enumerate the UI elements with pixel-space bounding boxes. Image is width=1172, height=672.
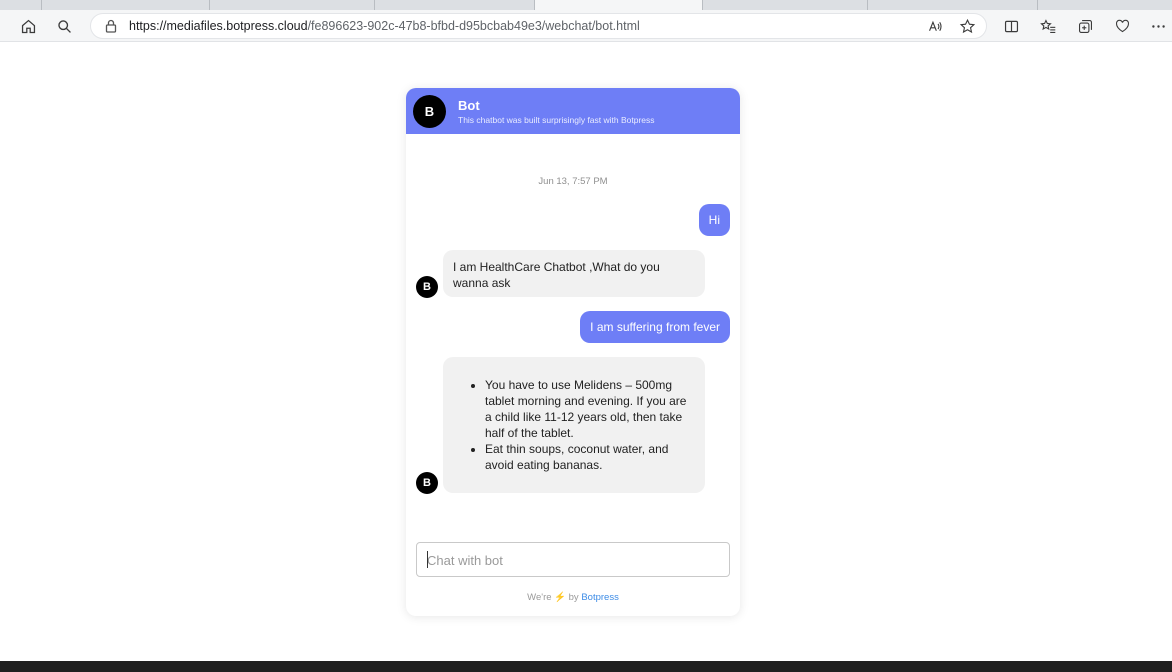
tab-6[interactable] xyxy=(703,0,868,10)
text-caret xyxy=(427,551,428,568)
tab-strip xyxy=(0,0,1172,10)
powered-prefix: We're xyxy=(527,592,552,603)
favorites-icon[interactable] xyxy=(1038,16,1058,36)
user-message: Hi xyxy=(698,204,730,236)
read-aloud-icon[interactable] xyxy=(925,16,945,36)
tab-3[interactable] xyxy=(210,0,375,10)
chat-header: B Bot This chatbot was built surprisingl… xyxy=(406,88,740,134)
extensions-icon[interactable] xyxy=(1112,16,1132,36)
tab-active[interactable] xyxy=(535,0,703,10)
more-icon[interactable] xyxy=(1148,16,1168,36)
webchat-widget: B Bot This chatbot was built surprisingl… xyxy=(406,88,740,616)
url-path: /fe896623-902c-47b8-bfbd-d95bcbab49e3/we… xyxy=(307,19,640,33)
lock-icon[interactable] xyxy=(103,18,119,34)
browser-toolbar: https://mediafiles.botpress.cloud/fe8966… xyxy=(0,10,1172,42)
bot-bullet-list: You have to use Melidens – 500mg tablet … xyxy=(443,377,705,473)
bot-message: I am HealthCare Chatbot ,What do you wan… xyxy=(443,250,705,297)
address-bar[interactable]: https://mediafiles.botpress.cloud/fe8966… xyxy=(90,13,987,39)
chat-input[interactable] xyxy=(427,551,717,569)
favorite-star-icon[interactable] xyxy=(957,16,977,36)
bot-name: Bot xyxy=(458,98,480,113)
bot-message-list: You have to use Melidens – 500mg tablet … xyxy=(443,357,705,493)
powered-by: We're ⚡ by Botpress xyxy=(406,592,740,603)
list-item: You have to use Melidens – 500mg tablet … xyxy=(485,377,691,441)
search-icon[interactable] xyxy=(54,16,74,36)
lightning-icon: ⚡ xyxy=(554,592,566,603)
tab-4[interactable] xyxy=(375,0,535,10)
collections-icon[interactable] xyxy=(1075,16,1095,36)
bot-description: This chatbot was built surprisingly fast… xyxy=(458,115,655,125)
botpress-link[interactable]: Botpress xyxy=(581,592,619,603)
tab-2[interactable] xyxy=(42,0,210,10)
bot-avatar: B xyxy=(413,95,446,128)
bot-avatar-small: B xyxy=(416,276,438,298)
url-text[interactable]: https://mediafiles.botpress.cloud/fe8966… xyxy=(129,19,640,33)
split-screen-icon[interactable] xyxy=(1001,16,1021,36)
taskbar xyxy=(0,661,1172,672)
composer xyxy=(416,542,730,577)
bot-message-text: I am HealthCare Chatbot ,What do you wan… xyxy=(453,260,660,290)
user-message: I am suffering from fever xyxy=(580,311,730,343)
message-timestamp: Jun 13, 7:57 PM xyxy=(538,176,608,187)
home-icon[interactable] xyxy=(18,16,38,36)
bot-avatar-small: B xyxy=(416,472,438,494)
list-item: Eat thin soups, coconut water, and avoid… xyxy=(485,441,691,473)
tab-1[interactable] xyxy=(0,0,42,10)
powered-middle: by xyxy=(568,592,579,603)
tab-7[interactable] xyxy=(868,0,1038,10)
url-host: https://mediafiles.botpress.cloud xyxy=(129,19,308,33)
